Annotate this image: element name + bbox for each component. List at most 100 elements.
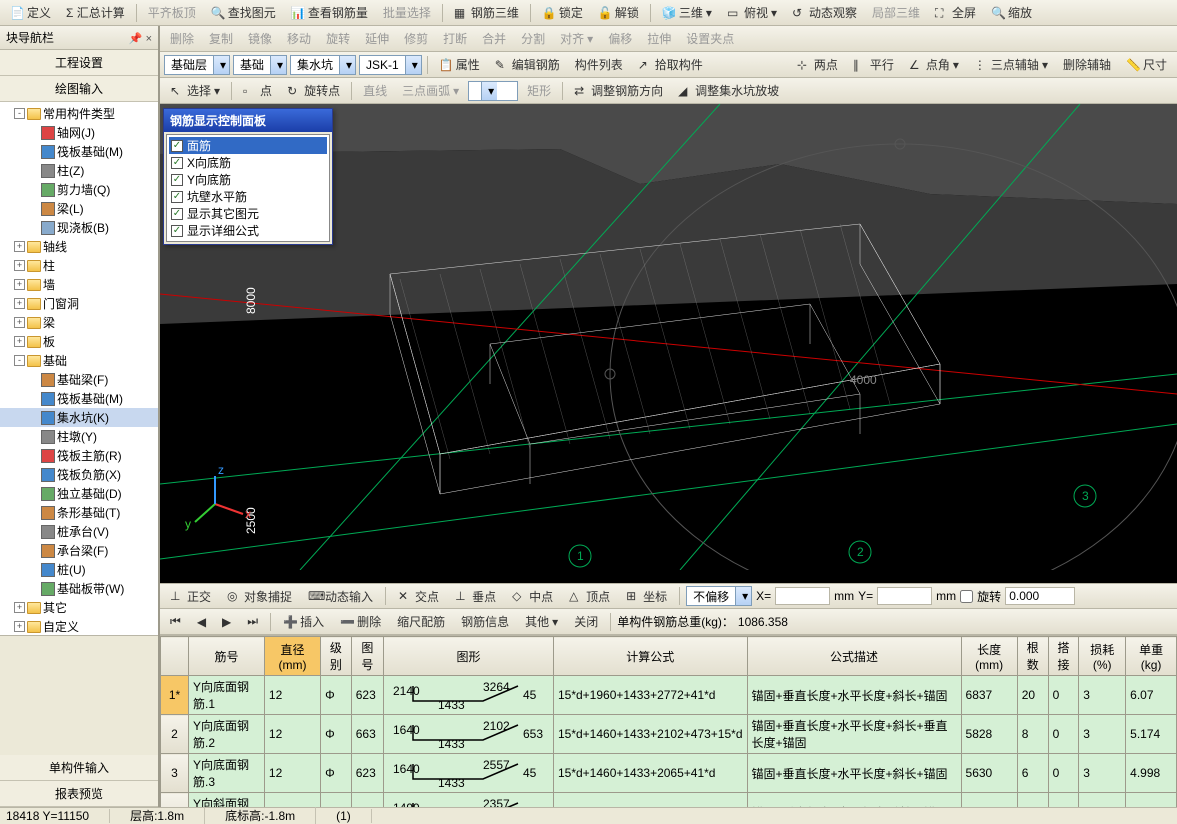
cell[interactable]: 0 [1048,676,1079,715]
align-button[interactable]: 对齐 ▾ [554,27,599,50]
rebar-display-panel[interactable]: 钢筋显示控制面板 ✓面筋✓X向底筋✓Y向底筋✓坑壁水平筋✓显示其它图元✓显示详细… [163,108,333,245]
tree-item[interactable]: 筏板主筋(R) [0,446,158,465]
line-button[interactable]: 直线 [357,79,393,102]
cell[interactable]: 4.998 [1126,754,1177,793]
perp-button[interactable]: ⊥垂点 [449,585,502,608]
tree-item[interactable]: 现浇板(B) [0,218,158,237]
cell[interactable]: 5828 [961,715,1017,754]
x-input[interactable] [775,587,830,605]
offset-button[interactable]: 偏移 [602,27,638,50]
tree-item[interactable]: +柱 [0,256,158,275]
col-header[interactable]: 长度(mm) [961,637,1017,676]
cell[interactable]: 15*d+1960+1433+2772+41*d [553,676,747,715]
col-header[interactable]: 计算公式 [553,637,747,676]
col-header[interactable]: 筋号 [189,637,265,676]
cell[interactable]: 3 [1079,715,1126,754]
cell[interactable]: 锚固+垂直长度+水平长度+斜长+锚固 [747,754,961,793]
cell[interactable]: Y向斜面钢筋.1 [189,793,265,808]
expand-icon[interactable]: + [14,241,25,252]
cell[interactable]: 15*d+1460+1433+2102+473+15*d [553,715,747,754]
display-option[interactable]: ✓坑壁水平筋 [169,188,327,205]
cell[interactable]: Y向底面钢筋.2 [189,715,265,754]
split-button[interactable]: 分割 [515,27,551,50]
cell[interactable]: 锚固+垂直长度+水平长度+斜长+锚固 [747,793,961,808]
move-button[interactable]: 移动 [281,27,317,50]
tab-single-input[interactable]: 单构件输入 [0,755,158,781]
cell[interactable]: Y向底面钢筋.1 [189,676,265,715]
tree-item[interactable]: +板 [0,332,158,351]
adj-rebar-button[interactable]: ⇄调整钢筋方向 [568,79,669,102]
cell[interactable]: 623 [351,793,383,808]
rebar-3d-button[interactable]: ▦钢筋三维 [448,1,525,24]
row-header[interactable]: 4 [161,793,189,808]
cell[interactable]: 4.822 [1126,793,1177,808]
tab-project-settings[interactable]: 工程设置 [0,50,158,76]
rebar-table-wrap[interactable]: 筋号直径(mm)级别图号图形计算公式公式描述长度(mm)根数搭接损耗(%)单重(… [160,635,1177,807]
display-option[interactable]: ✓显示详细公式 [169,222,327,239]
layer-combo[interactable]: 基础层▾ [164,55,230,75]
setgrip-button[interactable]: 设置夹点 [680,27,740,50]
tree-item[interactable]: +其它 [0,598,158,617]
delete-button[interactable]: 删除 [164,27,200,50]
tree-item[interactable]: 条形基础(T) [0,503,158,522]
col-header[interactable]: 公式描述 [747,637,961,676]
apex-button[interactable]: △顶点 [563,585,616,608]
merge-button[interactable]: 合并 [476,27,512,50]
tree-item[interactable]: 筏板负筋(X) [0,465,158,484]
shape-cell[interactable]: 16401433255745 [383,754,553,793]
top-view-button[interactable]: ▭俯视 ▾ [721,1,783,24]
cell[interactable]: 12 [264,676,320,715]
tab-report-preview[interactable]: 报表预览 [0,781,158,807]
break-button[interactable]: 打断 [437,27,473,50]
rect-button[interactable]: 矩形 [521,79,557,102]
insert-button[interactable]: ➕插入 [277,610,330,633]
shape-cell[interactable]: 21401433326445 [383,676,553,715]
checkbox-icon[interactable]: ✓ [171,174,183,186]
osnap-button[interactable]: ◎对象捕捉 [221,585,298,608]
flatview-button[interactable]: 平齐板顶 [142,1,202,24]
tree-item[interactable]: 梁(L) [0,199,158,218]
del-row-button[interactable]: ➖删除 [334,610,387,633]
display-option[interactable]: ✓显示其它图元 [169,205,327,222]
select-button[interactable]: ↖选择 ▾ [164,79,226,102]
table-row[interactable]: 1*Y向底面钢筋.112Φ6232140143332644515*d+1960+… [161,676,1177,715]
ortho-button[interactable]: ⊥正交 [164,585,217,608]
cell[interactable]: 663 [351,715,383,754]
cell[interactable]: 5630 [961,754,1017,793]
del-aux-button[interactable]: 删除辅轴 [1057,53,1117,76]
checkbox-icon[interactable]: ✓ [171,140,183,152]
col-header[interactable]: 级别 [321,637,352,676]
dyn-view-button[interactable]: ↺动态观察 [786,1,863,24]
cell[interactable]: 锚固+垂直长度+水平长度+斜长+垂直长度+锚固 [747,715,961,754]
sub-combo[interactable]: 集水坑▾ [290,55,356,75]
tree-item[interactable]: 筏板基础(M) [0,142,158,161]
extend-button[interactable]: 延伸 [359,27,395,50]
checkbox-icon[interactable]: ✓ [171,225,183,237]
expand-icon[interactable]: + [14,621,25,632]
rotate-button[interactable]: 旋转 [320,27,356,50]
dyninput-button[interactable]: ⌨动态输入 [302,585,379,608]
unlock-button[interactable]: 🔓解锁 [592,1,645,24]
col-header[interactable]: 单重(kg) [1126,637,1177,676]
local-3d-button[interactable]: 局部三维 [866,1,926,24]
cell[interactable]: 3 [1079,754,1126,793]
cell[interactable]: 6837 [961,676,1017,715]
cell[interactable]: Φ [321,754,352,793]
close-button[interactable]: 关闭 [568,610,604,633]
lock-button[interactable]: 🔒锁定 [536,1,589,24]
checkbox-icon[interactable]: ✓ [171,157,183,169]
col-header[interactable]: 图形 [383,637,553,676]
rot-point-button[interactable]: ↻旋转点 [281,79,346,102]
tree-item[interactable]: +自定义 [0,617,158,635]
nav-prev-button[interactable]: ◀ [191,612,212,632]
y-input[interactable] [877,587,932,605]
nav-next-button[interactable]: ▶ [216,612,237,632]
tree-item[interactable]: 筏板基础(M) [0,389,158,408]
cell[interactable]: Φ [321,676,352,715]
table-row[interactable]: 3Y向底面钢筋.312Φ6231640143325574515*d+1460+1… [161,754,1177,793]
parallel-button[interactable]: ∥平行 [847,53,900,76]
tree-item[interactable]: -基础 [0,351,158,370]
tree-item[interactable]: +轴线 [0,237,158,256]
cell[interactable]: 0 [1048,793,1079,808]
cell[interactable]: 锚固+垂直长度+水平长度+斜长+锚固 [747,676,961,715]
